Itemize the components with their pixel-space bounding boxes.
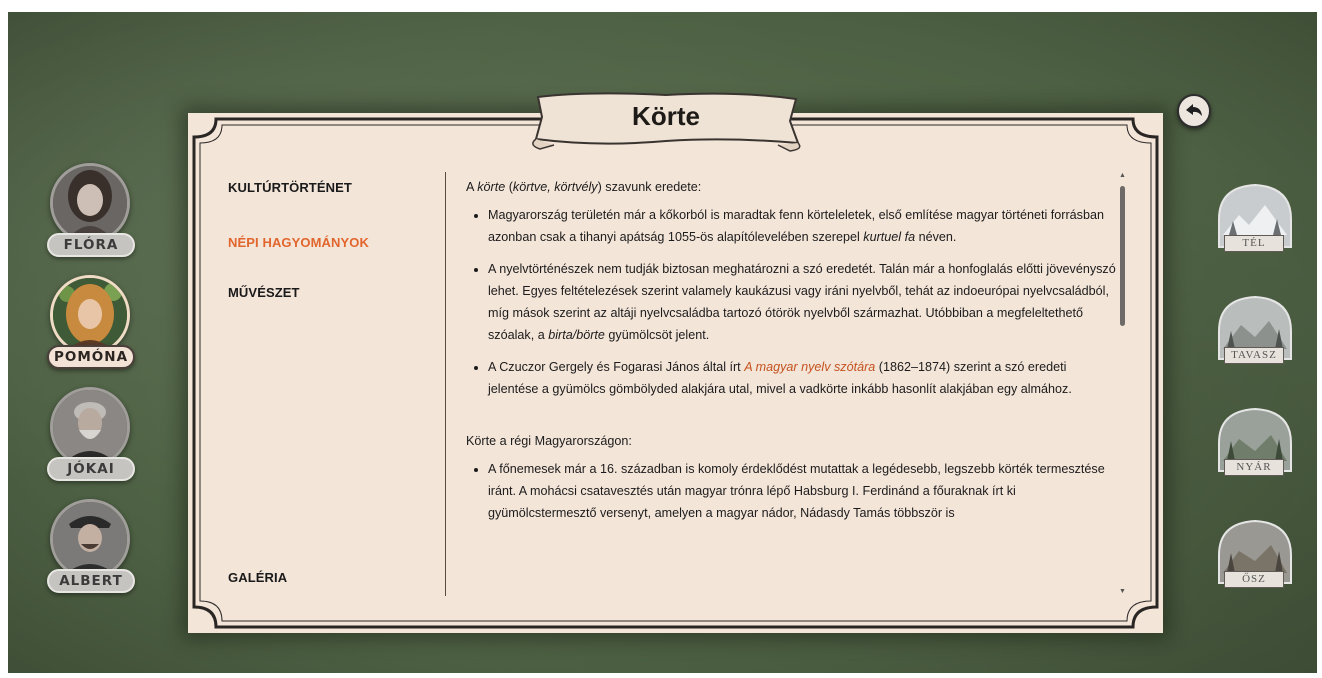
- jokai-portrait: [50, 387, 130, 467]
- person-pomona[interactable]: POMÓNA: [44, 275, 138, 385]
- dictionary-link[interactable]: A magyar nyelv szótára: [744, 360, 875, 374]
- scroll-up-icon[interactable]: ▲: [1118, 172, 1127, 180]
- back-button[interactable]: [1177, 94, 1211, 128]
- menu-item-kulturtortenet[interactable]: KULTÚRTÖRTÉNET: [228, 180, 352, 195]
- winter-landscape-icon: [1218, 183, 1292, 248]
- person-flora[interactable]: FLÓRA: [44, 163, 138, 273]
- menu-divider: [445, 172, 446, 596]
- pomona-portrait: [50, 275, 130, 355]
- scroll-thumb[interactable]: [1120, 186, 1125, 326]
- name-tag: ALBERT: [47, 569, 135, 593]
- person-jokai[interactable]: JÓKAI: [44, 387, 138, 497]
- name-tag: JÓKAI: [47, 457, 135, 481]
- menu-item-galeria[interactable]: GALÉRIA: [228, 570, 287, 585]
- article-content: A körte (körtve, körtvély) szavunk erede…: [466, 176, 1116, 596]
- season-label: TÉL: [1224, 235, 1284, 252]
- list-item: Magyarország területén már a kőkorból is…: [488, 204, 1116, 248]
- section-intro: Körte a régi Magyarországon:: [466, 434, 632, 448]
- section-intro: A körte (körtve, körtvély) szavunk erede…: [466, 180, 702, 194]
- albert-portrait: [50, 499, 130, 579]
- list-item: A Czuczor Gergely és Fogarasi János álta…: [488, 356, 1116, 400]
- list-item: A nyelvtörténészek nem tudják biztosan m…: [488, 258, 1116, 346]
- scroll-down-icon[interactable]: ▼: [1118, 588, 1127, 596]
- menu-item-muveszet[interactable]: MŰVÉSZET: [228, 285, 300, 300]
- season-osz[interactable]: ŐSZ: [1209, 511, 1301, 603]
- name-tag: POMÓNA: [47, 345, 135, 369]
- season-label: TAVASZ: [1224, 347, 1284, 364]
- origin-list: Magyarország területén már a kőkorból is…: [466, 204, 1116, 400]
- list-item: A főnemesek már a 16. században is komol…: [488, 458, 1116, 524]
- spring-landscape-icon: [1218, 295, 1292, 360]
- autumn-landscape-icon: [1218, 519, 1292, 584]
- summer-landscape-icon: [1218, 407, 1292, 472]
- season-nyar[interactable]: NYÁR: [1209, 399, 1301, 491]
- season-label: NYÁR: [1224, 459, 1284, 476]
- history-list: A főnemesek már a 16. században is komol…: [466, 458, 1116, 524]
- season-tavasz[interactable]: TAVASZ: [1209, 287, 1301, 379]
- page-title: Körte: [632, 100, 700, 131]
- season-label: ŐSZ: [1224, 571, 1284, 588]
- back-arrow-icon: [1186, 104, 1202, 116]
- title-banner: Körte: [528, 87, 804, 153]
- person-albert[interactable]: ALBERT: [44, 499, 138, 609]
- content-scrollbar[interactable]: ▲ ▼: [1118, 172, 1127, 596]
- season-tel[interactable]: TÉL: [1209, 175, 1301, 267]
- flora-portrait: [50, 163, 130, 243]
- menu-item-nepi-hagyomanyok[interactable]: NÉPI HAGYOMÁNYOK: [228, 235, 369, 250]
- name-tag: FLÓRA: [47, 233, 135, 257]
